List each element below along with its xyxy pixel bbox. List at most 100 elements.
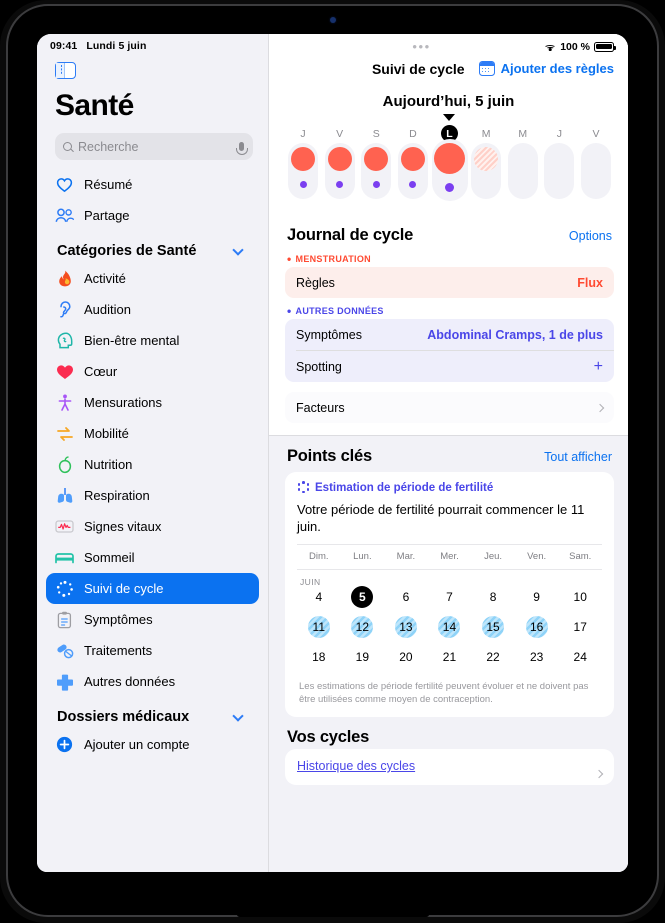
factors-card[interactable]: Facteurs xyxy=(285,392,614,423)
calendar-day[interactable]: 23 xyxy=(515,642,559,672)
week-day[interactable]: J xyxy=(541,125,577,201)
calendar-day[interactable]: 18 xyxy=(297,642,341,672)
journal-options-button[interactable]: Options xyxy=(569,229,612,243)
sidebar-item-activite[interactable]: Activité xyxy=(46,263,259,294)
calendar-day[interactable]: 6 xyxy=(384,582,428,612)
calendar-day[interactable]: 10 xyxy=(558,582,602,612)
row-regles[interactable]: Règles Flux xyxy=(285,267,614,298)
today-label[interactable]: Aujourd’hui, 5 juin xyxy=(269,79,628,110)
sidebar-item-audition[interactable]: Audition xyxy=(46,294,259,325)
cycle-history-link[interactable]: Historique des cycles xyxy=(297,759,602,773)
sidebar-item-partage[interactable]: Partage xyxy=(46,200,259,231)
sidebar-item-mobilite[interactable]: Mobilité xyxy=(46,418,259,449)
week-day[interactable]: M xyxy=(505,125,541,201)
ear-icon xyxy=(55,300,74,319)
row-spotting[interactable]: Spotting + xyxy=(285,351,614,382)
day-number: 9 xyxy=(533,590,540,604)
calendar-day-fertile[interactable]: 13 xyxy=(384,612,428,642)
content-title: Suivi de cycle xyxy=(371,60,465,77)
sidebar-section-dossiers-medicaux[interactable]: Dossiers médicaux xyxy=(46,697,259,729)
sidebar-item-bien-etre-mental[interactable]: Bien-être mental xyxy=(46,325,259,356)
lungs-icon xyxy=(55,486,74,505)
sidebar-item-label: Partage xyxy=(84,208,130,223)
scroll-area[interactable]: Journal de cycle Options • MENSTRUATION … xyxy=(269,215,628,872)
cycle-history-card[interactable]: Historique des cycles xyxy=(285,749,614,785)
sidebar-section-label: Catégories de Santé xyxy=(57,243,197,259)
sidebar-item-suivi-de-cycle[interactable]: Suivi de cycle xyxy=(46,573,259,604)
main-content: ••• 100 % Suivi de cycle Ajouter des règ… xyxy=(269,34,628,872)
points-cles-title: Points clés xyxy=(287,447,372,465)
calendar-day-fertile[interactable]: 16 xyxy=(515,612,559,642)
day-number: 7 xyxy=(446,590,453,604)
calendar-day[interactable]: 19 xyxy=(341,642,385,672)
chevron-down-icon[interactable] xyxy=(232,243,244,256)
search-icon xyxy=(63,142,72,151)
sidebar-item-sommeil[interactable]: Sommeil xyxy=(46,542,259,573)
calendar-day[interactable]: 20 xyxy=(384,642,428,672)
flow-indicator xyxy=(327,147,352,171)
add-period-button[interactable]: Ajouter des règles xyxy=(478,61,614,76)
calendar-day[interactable]: 9 xyxy=(515,582,559,612)
calendar-day[interactable]: 17 xyxy=(558,612,602,642)
sidebar-item-nutrition[interactable]: Nutrition xyxy=(46,449,259,480)
row-symptomes[interactable]: Symptômes Abdominal Cramps, 1 de plus xyxy=(285,319,614,350)
calendar-day[interactable]: 8 xyxy=(471,582,515,612)
calendar-day-fertile[interactable]: 11 xyxy=(297,612,341,642)
add-spotting-icon[interactable]: + xyxy=(594,358,603,374)
sidebar-item-autres-donnees[interactable]: Autres données xyxy=(46,666,259,697)
week-day[interactable]: V xyxy=(578,125,614,201)
multitask-dots-icon[interactable]: ••• xyxy=(269,40,544,53)
calendar-weekday-header: Sam. xyxy=(569,551,592,562)
log-dot xyxy=(409,181,417,188)
calendar-day[interactable]: 7 xyxy=(428,582,472,612)
fertility-card[interactable]: Estimation de période de fertilité Votre… xyxy=(285,472,614,717)
sidebar-item-signes-vitaux[interactable]: Signes vitaux xyxy=(46,511,259,542)
day-number: 16 xyxy=(525,616,548,638)
calendar-day[interactable]: 4 xyxy=(297,582,341,612)
week-day-pill xyxy=(397,143,428,199)
week-day[interactable]: M xyxy=(468,125,504,201)
sidebar-item-coeur[interactable]: Cœur xyxy=(46,356,259,387)
journal-title: Journal de cycle xyxy=(287,226,414,244)
group-label-text: MENSTRUATION xyxy=(295,254,371,264)
microphone-icon[interactable] xyxy=(236,142,249,155)
sidebar-item-mensurations[interactable]: Mensurations xyxy=(46,387,259,418)
sidebar-toggle-icon[interactable] xyxy=(55,62,76,79)
calendar-weekday-header: Jeu. xyxy=(484,551,503,562)
chevron-down-icon[interactable] xyxy=(232,709,244,722)
sidebar-item-resume[interactable]: Résumé xyxy=(46,169,259,200)
sidebar-item-traitements[interactable]: Traitements xyxy=(46,635,259,666)
search-input[interactable]: Recherche xyxy=(55,133,253,160)
calendar-day[interactable]: 21 xyxy=(428,642,472,672)
calendar-day[interactable]: 24 xyxy=(558,642,602,672)
menstruation-group-label: • MENSTRUATION xyxy=(285,251,614,267)
status-indicators: 100 % xyxy=(544,41,616,53)
row-facteurs[interactable]: Facteurs xyxy=(285,392,614,423)
apple-icon xyxy=(55,455,74,474)
week-day[interactable]: S xyxy=(358,125,394,201)
week-day-today[interactable]: L xyxy=(431,125,468,201)
other-group-label: • AUTRES DONNÉES xyxy=(285,298,614,319)
other-data-card: Symptômes Abdominal Cramps, 1 de plus Sp… xyxy=(285,319,614,382)
week-day[interactable]: V xyxy=(322,125,358,201)
show-all-button[interactable]: Tout afficher xyxy=(544,450,612,464)
row-label: Symptômes xyxy=(296,327,362,342)
sidebar-section-categories[interactable]: Catégories de Santé xyxy=(46,231,259,263)
week-day-letter: M xyxy=(481,128,491,140)
sidebar-item-ajouter-un-compte[interactable]: Ajouter un compte xyxy=(46,729,259,760)
week-day[interactable]: D xyxy=(395,125,431,201)
sidebar-section-label: Dossiers médicaux xyxy=(57,709,190,725)
calendar-day-today[interactable]: 5 xyxy=(341,582,385,612)
sidebar-item-respiration[interactable]: Respiration xyxy=(46,480,259,511)
week-day-letter: D xyxy=(409,128,417,140)
calendar-day[interactable]: 22 xyxy=(471,642,515,672)
week-day-pill xyxy=(288,143,318,199)
calendar-day-fertile[interactable]: 12 xyxy=(341,612,385,642)
sidebar-item-symptomes[interactable]: Symptômes xyxy=(46,604,259,635)
calendar-day-fertile[interactable]: 15 xyxy=(471,612,515,642)
week-day[interactable]: J xyxy=(285,125,321,201)
week-day-letter: J xyxy=(556,128,562,140)
home-indicator[interactable] xyxy=(236,912,429,917)
status-date: Lundi 5 juin xyxy=(86,40,147,52)
calendar-day-fertile[interactable]: 14 xyxy=(428,612,472,642)
